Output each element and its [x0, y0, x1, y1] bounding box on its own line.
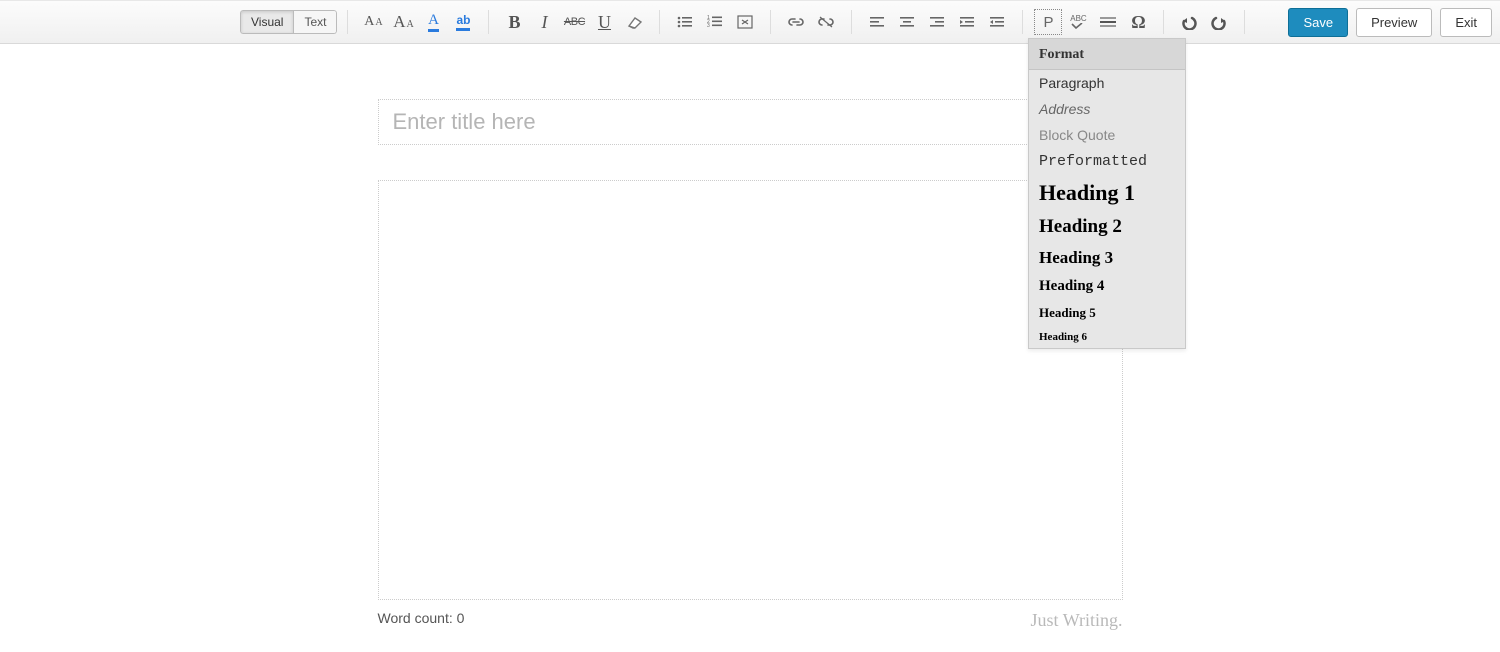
strikethrough-button[interactable]: ABC — [559, 8, 589, 36]
font-color-button[interactable]: A — [418, 8, 448, 36]
toolbar-separator — [488, 10, 489, 34]
save-button[interactable]: Save — [1288, 8, 1348, 37]
omega-icon: Ω — [1131, 13, 1145, 31]
bold-icon: B — [508, 13, 520, 31]
font-size-increase-button[interactable]: AA — [388, 8, 418, 36]
editor-mode-switch: Visual Text — [240, 10, 337, 34]
post-body-input[interactable] — [378, 180, 1123, 600]
background-color-icon: ab — [456, 13, 470, 31]
format-option-h4[interactable]: Heading 4 — [1029, 273, 1185, 300]
format-dropdown-menu: Format ParagraphAddressBlock QuotePrefor… — [1028, 38, 1186, 349]
align-center-icon — [898, 14, 916, 30]
spellcheck-button[interactable]: ABC — [1063, 8, 1093, 36]
format-option-h5[interactable]: Heading 5 — [1029, 300, 1185, 326]
special-char-button[interactable]: Ω — [1123, 8, 1153, 36]
action-buttons: Save Preview Exit — [1288, 8, 1492, 37]
underline-button[interactable]: U — [589, 8, 619, 36]
svg-text:3: 3 — [707, 23, 710, 29]
word-count-label: Word count: 0 — [378, 610, 465, 631]
format-option-bq[interactable]: Block Quote — [1029, 122, 1185, 148]
preview-button[interactable]: Preview — [1356, 8, 1432, 37]
strikethrough-icon: ABC — [564, 16, 585, 28]
app-brand-label: Just Writing. — [1031, 610, 1123, 631]
font-color-icon: A — [428, 13, 439, 32]
indent-button[interactable] — [952, 8, 982, 36]
font-size-small-icon: AA — [364, 14, 382, 30]
indent-icon — [958, 14, 976, 30]
toolbar-separator — [770, 10, 771, 34]
editor-toolbar: Visual Text AA AA A ab B I ABC U — [0, 0, 1500, 44]
horizontal-rule-button[interactable] — [1093, 8, 1123, 36]
toolbar-separator — [659, 10, 660, 34]
toolbar-separator — [1244, 10, 1245, 34]
clear-formatting-button[interactable] — [619, 8, 649, 36]
link-icon — [787, 14, 805, 30]
insert-group: P ABC Ω — [1033, 8, 1153, 36]
undo-button[interactable] — [1174, 8, 1204, 36]
align-right-icon — [928, 14, 946, 30]
bullet-list-icon — [676, 14, 694, 30]
post-title-input[interactable]: Enter title here — [378, 99, 1123, 145]
font-size-decrease-button[interactable]: AA — [358, 8, 388, 36]
editor-footer: Word count: 0 Just Writing. — [378, 610, 1123, 631]
exit-button[interactable]: Exit — [1440, 8, 1492, 37]
format-option-pre[interactable]: Preformatted — [1029, 148, 1185, 175]
media-icon — [736, 14, 754, 30]
numbered-list-icon: 1 2 3 — [706, 14, 724, 30]
editor-canvas: Enter title here — [378, 99, 1123, 600]
remove-link-button[interactable] — [811, 8, 841, 36]
outdent-button[interactable] — [982, 8, 1012, 36]
eraser-icon — [625, 14, 643, 30]
post-title-placeholder: Enter title here — [393, 109, 536, 135]
mode-visual-button[interactable]: Visual — [240, 10, 294, 34]
format-option-h1[interactable]: Heading 1 — [1029, 175, 1185, 211]
toolbar-separator — [1163, 10, 1164, 34]
align-right-button[interactable] — [922, 8, 952, 36]
style-group: B I ABC U — [499, 8, 649, 36]
format-option-h6[interactable]: Heading 6 — [1029, 326, 1185, 348]
media-button[interactable] — [730, 8, 760, 36]
hr-icon — [1098, 14, 1118, 30]
history-group — [1174, 8, 1234, 36]
font-size-large-icon: AA — [393, 12, 414, 32]
ordered-list-button[interactable]: 1 2 3 — [700, 8, 730, 36]
mode-text-button[interactable]: Text — [294, 10, 337, 34]
format-option-h2[interactable]: Heading 2 — [1029, 211, 1185, 243]
toolbar-separator — [347, 10, 348, 34]
underline-icon: U — [598, 13, 611, 31]
align-left-icon — [868, 14, 886, 30]
format-option-h3[interactable]: Heading 3 — [1029, 243, 1185, 273]
format-option-address[interactable]: Address — [1029, 96, 1185, 122]
align-left-button[interactable] — [862, 8, 892, 36]
toolbar-separator — [1022, 10, 1023, 34]
insert-link-button[interactable] — [781, 8, 811, 36]
toolbar-separator — [851, 10, 852, 34]
spellcheck-icon: ABC — [1070, 15, 1086, 29]
outdent-icon — [988, 14, 1006, 30]
format-dropdown-header: Format — [1029, 39, 1185, 70]
undo-icon — [1180, 14, 1198, 30]
list-group: 1 2 3 — [670, 8, 760, 36]
redo-icon — [1210, 14, 1228, 30]
link-group — [781, 8, 841, 36]
italic-button[interactable]: I — [529, 8, 559, 36]
bold-button[interactable]: B — [499, 8, 529, 36]
format-dropdown-button[interactable]: P — [1033, 8, 1063, 36]
italic-icon: I — [541, 13, 547, 31]
align-center-button[interactable] — [892, 8, 922, 36]
align-group — [862, 8, 1012, 36]
format-option-p[interactable]: Paragraph — [1029, 70, 1185, 96]
unordered-list-button[interactable] — [670, 8, 700, 36]
font-group: AA AA A ab — [358, 8, 478, 36]
redo-button[interactable] — [1204, 8, 1234, 36]
unlink-icon — [817, 14, 835, 30]
format-p-icon: P — [1043, 15, 1053, 30]
background-color-button[interactable]: ab — [448, 8, 478, 36]
